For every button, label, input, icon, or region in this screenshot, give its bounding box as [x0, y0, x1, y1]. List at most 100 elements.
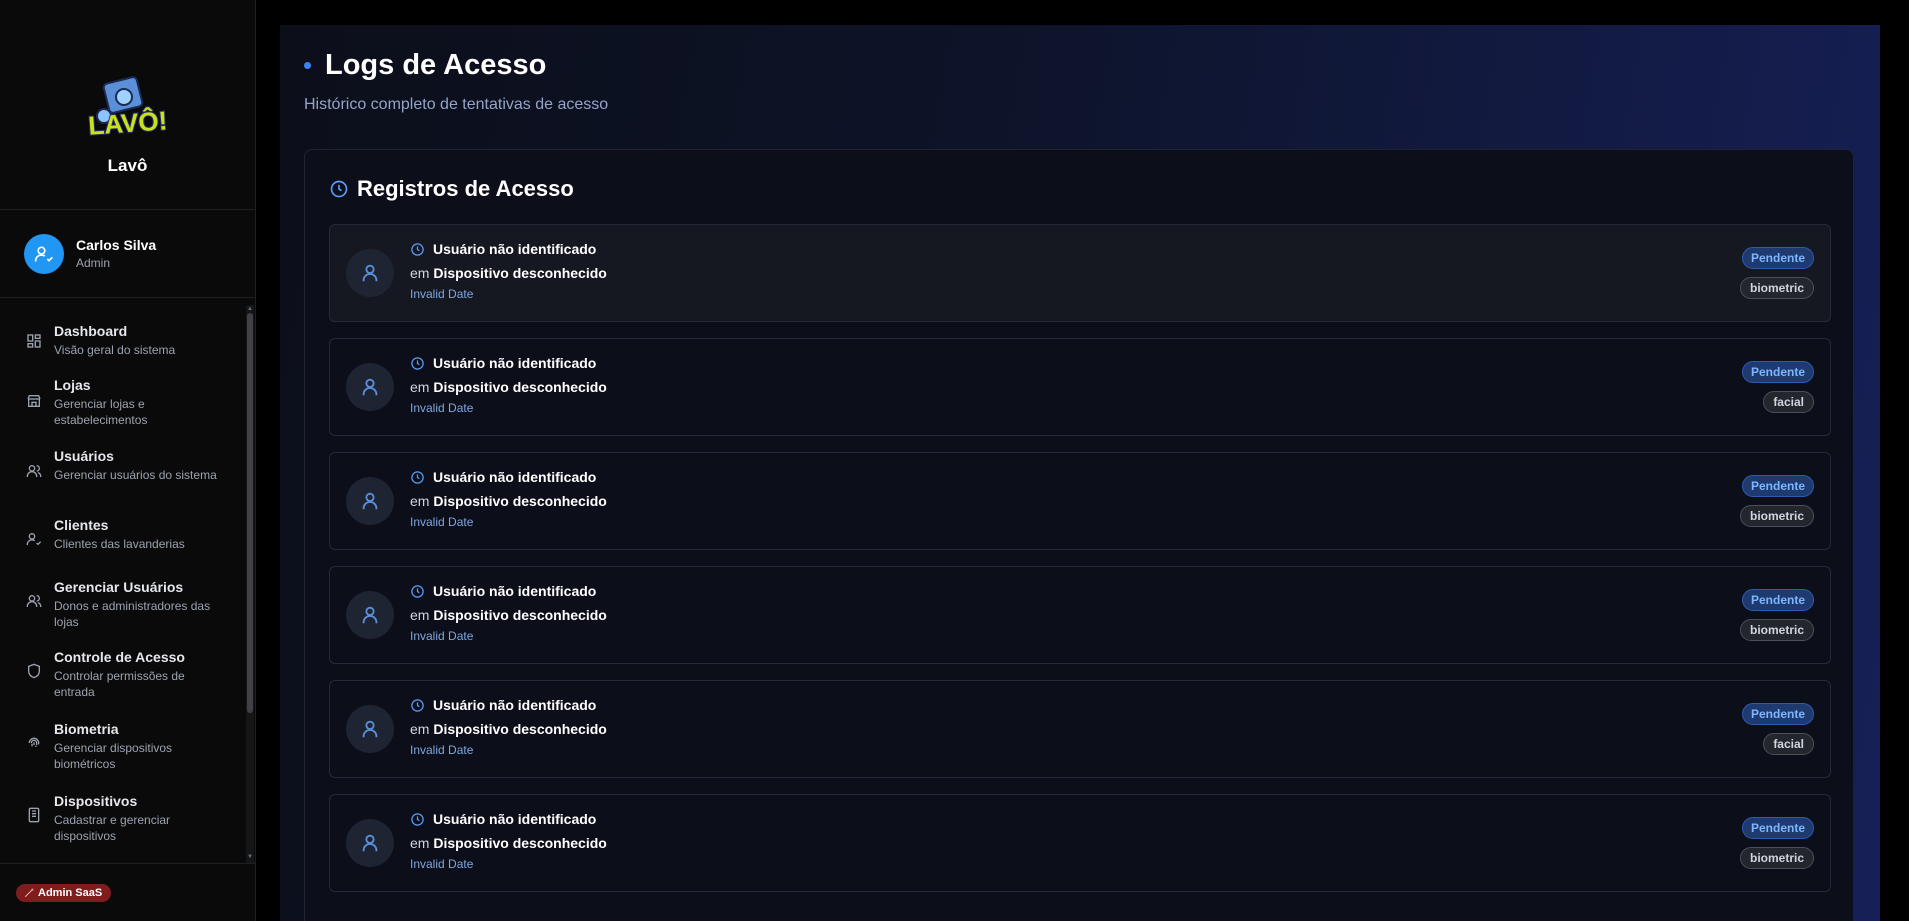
log-prefix: em — [410, 493, 430, 509]
log-row[interactable]: Usuário não identificado em Dispositivo … — [329, 794, 1831, 892]
log-date: Invalid Date — [410, 515, 474, 529]
user-icon — [362, 720, 378, 738]
status-badge: Pendente — [1741, 361, 1814, 383]
store-icon — [26, 393, 44, 439]
log-row[interactable]: Usuário não identificado em Dispositivo … — [329, 224, 1831, 322]
sidebar-item-gerenciar-usuarios[interactable]: Gerenciar Usuários Donos e administradore… — [0, 567, 246, 639]
clock-icon — [411, 242, 424, 256]
users-icon — [26, 463, 44, 511]
log-device: Dispositivo desconhecido — [433, 835, 607, 851]
log-row[interactable]: Usuário não identificado em Dispositivo … — [329, 338, 1831, 436]
sidebar-item-clientes[interactable]: Clientes Clientes das lavanderias — [0, 511, 246, 567]
log-avatar — [346, 819, 394, 867]
clock-icon — [330, 180, 348, 198]
user-check-icon — [26, 531, 44, 567]
log-date: Invalid Date — [410, 857, 474, 871]
log-avatar — [346, 477, 394, 525]
sidebar-item-usuarios[interactable]: Usuários Gerenciar usuários do sistema — [0, 439, 246, 511]
user-role: Admin — [76, 256, 111, 270]
method-badge: biometric — [1739, 277, 1814, 299]
title-dot — [304, 62, 311, 69]
access-logs-card: Registros de Acesso Usuário não identifi… — [304, 149, 1854, 921]
clock-icon — [411, 698, 424, 712]
log-avatar — [346, 249, 394, 297]
user-icon — [362, 378, 378, 396]
sidebar-item-desc: Gerenciar lojas e estabelecimentos — [54, 397, 148, 427]
sidebar-item-desc: Gerenciar dispositivos biométricos — [54, 741, 173, 771]
dashboard-icon — [26, 333, 44, 367]
status-badge: Pendente — [1741, 703, 1814, 725]
sidebar-item-label: Usuários — [54, 448, 114, 464]
sidebar-item-label: Dispositivos — [54, 793, 138, 809]
card-title: Registros de Acesso — [357, 176, 574, 201]
clock-icon — [411, 356, 424, 370]
user-icon — [362, 834, 378, 852]
sidebar-item-desc: Donos e administradores das lojas — [54, 599, 211, 629]
method-badge: facial — [1763, 733, 1814, 755]
method-badge: biometric — [1739, 619, 1814, 641]
user-icon — [362, 264, 378, 282]
scroll-down-icon[interactable]: ▼ — [246, 853, 254, 861]
svg-text:LAVÔ!: LAVÔ! — [87, 105, 168, 140]
log-avatar — [346, 363, 394, 411]
sidebar-item-desc: Visão geral do sistema — [54, 343, 176, 357]
sidebar-item-dashboard[interactable]: Dashboard Visão geral do sistema — [0, 311, 246, 367]
main-content: Logs de Acesso Histórico completo de ten… — [280, 25, 1880, 921]
fingerprint-icon — [26, 735, 44, 783]
log-date: Invalid Date — [410, 401, 474, 415]
status-badge: Pendente — [1741, 817, 1814, 839]
device-icon — [26, 807, 44, 855]
status-badge: Pendente — [1741, 247, 1814, 269]
user-check-icon — [34, 246, 53, 262]
log-prefix: em — [410, 607, 430, 623]
log-avatar — [346, 705, 394, 753]
sidebar-item-label: Controle de Acesso — [54, 649, 185, 665]
sidebar-item-dispositivos[interactable]: Dispositivos Cadastrar e gerenciar dispos… — [0, 783, 246, 855]
log-user: Usuário não identificado — [433, 469, 597, 485]
clock-icon — [411, 470, 424, 484]
user-name: Carlos Silva — [76, 237, 157, 253]
status-badge: Pendente — [1741, 589, 1814, 611]
wand-icon — [24, 888, 34, 898]
sidebar-scrollbar-thumb[interactable] — [247, 313, 253, 713]
clock-icon — [411, 584, 424, 598]
sidebar-item-lojas[interactable]: Lojas Gerenciar lojas e estabelecimentos — [0, 367, 246, 439]
shield-icon — [26, 663, 44, 711]
scroll-up-icon[interactable]: ▲ — [246, 305, 254, 313]
sidebar-item-controle-acesso[interactable]: Controle de Acesso Controlar permissões d… — [0, 639, 246, 711]
log-row[interactable]: Usuário não identificado em Dispositivo … — [329, 680, 1831, 778]
log-date: Invalid Date — [410, 629, 474, 643]
sidebar-item-desc: Gerenciar usuários do sistema — [54, 468, 217, 482]
log-date: Invalid Date — [410, 743, 474, 757]
avatar — [24, 233, 64, 274]
log-device: Dispositivo desconhecido — [433, 721, 607, 737]
log-user: Usuário não identificado — [433, 583, 597, 599]
log-user: Usuário não identificado — [433, 241, 597, 257]
log-prefix: em — [410, 379, 430, 395]
log-prefix: em — [410, 265, 430, 281]
page-title: Logs de Acesso — [325, 49, 547, 81]
log-device: Dispositivo desconhecido — [433, 379, 607, 395]
sidebar-item-biometria[interactable]: Biometria Gerenciar dispositivos biométri… — [0, 711, 246, 783]
log-device: Dispositivo desconhecido — [433, 493, 607, 509]
brand-name: Lavô — [107, 156, 148, 175]
user-icon — [362, 606, 378, 624]
washing-machine-logo-icon: LAVÔ! — [86, 76, 169, 142]
user-profile[interactable]: Carlos Silva Admin — [0, 210, 255, 298]
sidebar-item-desc: Clientes das lavanderias — [54, 537, 185, 551]
user-icon — [362, 492, 378, 510]
sidebar-item-label: Lojas — [54, 377, 91, 393]
lavo-logo[interactable]: LAVÔ! — [76, 76, 180, 142]
log-user: Usuário não identificado — [433, 697, 597, 713]
log-date: Invalid Date — [410, 287, 474, 301]
brand: LAVÔ! Lavô — [0, 0, 255, 210]
log-prefix: em — [410, 835, 430, 851]
admin-badge-label: Admin SaaS — [38, 887, 103, 899]
method-badge: biometric — [1739, 505, 1814, 527]
log-row[interactable]: Usuário não identificado em Dispositivo … — [329, 566, 1831, 664]
admin-saas-badge[interactable]: Admin SaaS — [16, 884, 112, 902]
sidebar-item-label: Gerenciar Usuários — [54, 579, 184, 595]
log-user: Usuário não identificado — [433, 355, 597, 371]
log-row[interactable]: Usuário não identificado em Dispositivo … — [329, 452, 1831, 550]
log-device: Dispositivo desconhecido — [433, 607, 607, 623]
